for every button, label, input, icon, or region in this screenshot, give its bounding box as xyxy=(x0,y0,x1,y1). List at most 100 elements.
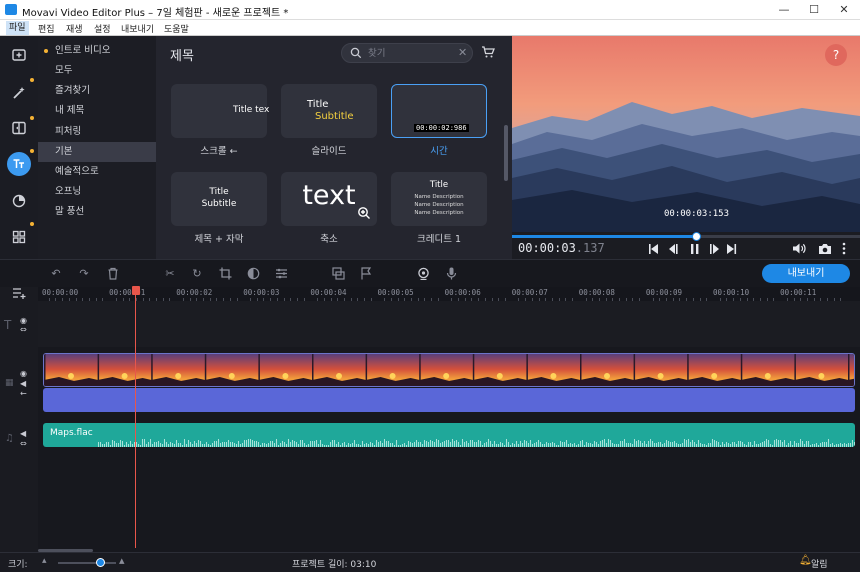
category-featured[interactable]: 피처링 xyxy=(38,122,156,142)
webcam-record-icon[interactable] xyxy=(416,267,430,281)
waveform-bar xyxy=(428,442,429,447)
thumbnail-sun xyxy=(282,373,289,379)
track-link-icon[interactable]: ⇔ xyxy=(20,325,27,334)
track-link-icon[interactable]: ← xyxy=(20,389,27,398)
previous-frame-icon[interactable] xyxy=(669,244,678,254)
pause-icon[interactable] xyxy=(691,244,699,254)
zoom-slider[interactable] xyxy=(58,558,116,567)
skip-to-end-icon[interactable] xyxy=(727,244,737,254)
gallery-scrollbar[interactable] xyxy=(504,125,508,181)
stickers-icon[interactable] xyxy=(7,189,31,213)
clear-search-icon[interactable]: ✕ xyxy=(458,46,467,59)
add-track-icon[interactable] xyxy=(12,287,26,302)
track-mute-icon[interactable]: ◀ xyxy=(20,379,26,388)
volume-icon[interactable] xyxy=(792,242,806,255)
title-tile-zoom[interactable]: text xyxy=(281,172,377,226)
audio-clip[interactable]: Maps.flac xyxy=(43,423,855,447)
waveform-bar xyxy=(692,440,693,447)
waveform-bar xyxy=(174,444,175,447)
snapshot-camera-icon[interactable] xyxy=(818,242,832,255)
track-visibility-eye-icon[interactable]: ◉ xyxy=(20,369,27,378)
next-frame-icon[interactable] xyxy=(710,244,719,254)
skip-to-start-icon[interactable] xyxy=(649,244,658,254)
waveform-bar xyxy=(796,443,797,447)
marker-flag-icon[interactable] xyxy=(359,267,373,281)
title-tile-slide[interactable]: Title Subtitle xyxy=(281,84,377,138)
zoom-out-icon[interactable]: ▴ xyxy=(42,556,47,566)
crop-icon[interactable] xyxy=(218,267,232,281)
title-tile-scroll[interactable]: Title tex xyxy=(171,84,269,138)
category-label: 인트로 비디오 xyxy=(55,45,111,56)
zoom-in-icon[interactable]: ▴ xyxy=(119,554,125,567)
timeline-playhead[interactable] xyxy=(131,286,142,549)
more-tools-icon[interactable] xyxy=(7,225,31,249)
category-intro-video[interactable]: 인트로 비디오 xyxy=(38,41,156,61)
category-all[interactable]: 모두 xyxy=(38,61,156,81)
thumbnail-sun xyxy=(175,373,182,379)
microphone-icon[interactable] xyxy=(444,267,458,281)
waveform-bar xyxy=(198,440,199,447)
menu-export[interactable]: 내보내기 xyxy=(121,22,154,35)
waveform-bar xyxy=(226,442,227,447)
thumbnail-sun xyxy=(818,373,825,379)
menu-settings[interactable]: 설정 xyxy=(94,22,111,35)
minimize-button[interactable]: — xyxy=(770,2,798,18)
waveform-bar xyxy=(426,441,427,447)
store-cart-icon[interactable] xyxy=(481,45,495,62)
redo-icon[interactable]: ↷ xyxy=(77,267,91,281)
track-visibility-eye-icon[interactable]: ◉ xyxy=(20,316,27,325)
waveform-bar xyxy=(330,442,331,447)
menu-edit[interactable]: 편집 xyxy=(38,22,55,35)
video-audio-clip[interactable] xyxy=(43,388,855,412)
category-favorites[interactable]: 즐겨찾기 xyxy=(38,81,156,101)
rotate-icon[interactable]: ↻ xyxy=(190,267,204,281)
category-opening[interactable]: 오프닝 xyxy=(38,182,156,202)
seek-handle[interactable] xyxy=(692,232,702,241)
track-link-icon[interactable]: ⇔ xyxy=(20,439,27,448)
close-button[interactable]: ✕ xyxy=(830,2,858,18)
cut-icon[interactable]: ✂ xyxy=(163,267,177,281)
transitions-icon[interactable] xyxy=(7,116,31,140)
category-speech-bubble[interactable]: 말 풍선 xyxy=(38,202,156,222)
search-input[interactable] xyxy=(368,47,452,60)
overlay-icon[interactable] xyxy=(331,267,345,281)
title-tile-title-subtitle[interactable]: Title Subtitle xyxy=(171,172,267,226)
waveform-bar xyxy=(300,440,301,447)
titles-icon[interactable] xyxy=(7,152,31,176)
track-mute-icon[interactable]: ◀ xyxy=(20,429,26,438)
waveform-bar xyxy=(366,443,367,447)
menu-play[interactable]: 재생 xyxy=(66,22,83,35)
undo-icon[interactable]: ↶ xyxy=(49,267,63,281)
maximize-button[interactable]: ☐ xyxy=(800,2,828,18)
more-options-icon[interactable] xyxy=(841,242,847,255)
import-media-icon[interactable] xyxy=(7,43,31,67)
timeline-ruler[interactable]: 00:00:00 00:00:01 00:00:02 00:00:03 00:00:04… xyxy=(38,287,860,301)
menu-file[interactable]: 파일 xyxy=(6,21,29,35)
category-basic[interactable]: 기본 xyxy=(38,142,156,162)
color-adjust-icon[interactable] xyxy=(246,267,260,281)
search-box[interactable]: ✕ xyxy=(341,43,473,63)
waveform-bar xyxy=(854,442,855,447)
bell-icon[interactable]: 🔔︎ xyxy=(799,555,812,566)
notifications-label[interactable]: 알림 xyxy=(811,557,828,570)
magic-wand-icon[interactable] xyxy=(7,81,31,105)
category-my-titles[interactable]: 내 제목 xyxy=(38,101,156,121)
clip-properties-icon[interactable] xyxy=(274,267,288,281)
title-tile-credits[interactable]: Title Name Description Name Description … xyxy=(391,172,487,226)
delete-icon[interactable] xyxy=(106,267,120,281)
video-clip[interactable] xyxy=(43,353,855,387)
title-tile-time[interactable]: 00:00:02:986 xyxy=(391,84,487,138)
help-button[interactable]: ? xyxy=(825,44,847,66)
category-artistic[interactable]: 예술적으로 xyxy=(38,162,156,182)
title-track[interactable] xyxy=(38,301,860,347)
waveform-bar xyxy=(322,444,323,447)
audio-track[interactable]: Maps.flac xyxy=(38,421,860,449)
menu-help[interactable]: 도움말 xyxy=(164,22,189,35)
waveform-bar xyxy=(686,440,687,447)
zoom-in-icon[interactable] xyxy=(357,206,371,223)
zoom-slider-handle[interactable] xyxy=(95,558,105,567)
tile-preview-timecode: 00:00:02:986 xyxy=(414,124,469,132)
video-track[interactable] xyxy=(38,353,860,413)
seek-bar[interactable] xyxy=(512,232,860,241)
export-button[interactable]: 내보내기 xyxy=(762,264,850,283)
